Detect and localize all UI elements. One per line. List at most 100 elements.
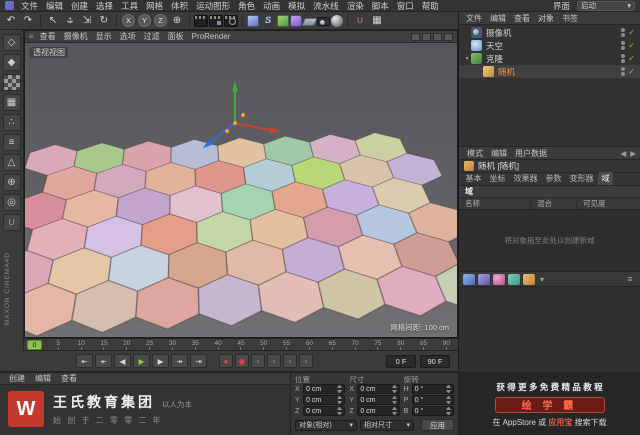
viewport-menu-item[interactable]: 过滤	[140, 31, 164, 43]
object-row[interactable]: 天空✓	[459, 39, 640, 52]
field-layer-icon[interactable]: ≡	[624, 274, 636, 285]
visibility-dot-top[interactable]	[621, 28, 625, 32]
add-deformer-button[interactable]	[290, 15, 302, 27]
menu-item[interactable]: 网格	[142, 0, 167, 12]
menu-item[interactable]: 文件	[17, 0, 42, 12]
app-icon[interactable]	[5, 1, 14, 10]
prev-key-button[interactable]: ↞	[95, 354, 112, 368]
coord-input[interactable]: 0 cm	[303, 395, 345, 405]
stepper-icon[interactable]	[446, 385, 451, 393]
interface-select[interactable]: 启动 ▾	[577, 1, 635, 11]
coord-input[interactable]: 0 cm	[303, 384, 345, 394]
x-axis-lock-button[interactable]: X	[122, 14, 135, 27]
menu-item[interactable]: 脚本	[368, 0, 393, 12]
viewport-menu-item[interactable]: ProRender	[188, 31, 235, 43]
visibility-dot-bottom[interactable]	[621, 59, 625, 63]
points-mode-icon[interactable]: ∴	[3, 114, 21, 131]
timeline-tick[interactable]: 50	[256, 339, 271, 350]
model-mode-icon[interactable]: ◆	[3, 54, 21, 71]
next-frame-button[interactable]: ▶	[152, 354, 169, 368]
timeline-tick[interactable]: 20	[119, 339, 134, 350]
stepper-icon[interactable]	[446, 407, 451, 415]
viewport-label[interactable]: 透视视图	[30, 47, 68, 58]
viewport[interactable]: ≡ 查看摄像机显示选项过滤面板ProRender 透视视图 网格间距: 100 …	[24, 30, 458, 338]
add-camera-button[interactable]	[317, 17, 330, 26]
attribute-tab[interactable]: 变形器	[566, 172, 597, 185]
record-parameter-toggle[interactable]: ◦	[299, 354, 313, 368]
menu-item[interactable]: 渲染	[343, 0, 368, 12]
record-keyframe-button[interactable]: ●	[219, 354, 233, 368]
fields-drop-area[interactable]: 将对象拖至此处以创建新域	[459, 210, 640, 272]
expand-icon[interactable]: ▾	[463, 55, 471, 62]
visibility-dot-top[interactable]	[621, 67, 625, 71]
cylinder-field-button[interactable]	[508, 274, 520, 285]
record-rotation-toggle[interactable]: ◦	[283, 354, 297, 368]
snap-toggle-icon[interactable]: ∪	[352, 13, 368, 28]
menu-item[interactable]: 流水线	[309, 0, 343, 12]
record-position-toggle[interactable]: ◦	[251, 354, 265, 368]
field-dropdown-icon[interactable]: ▾	[538, 274, 546, 285]
undo-icon[interactable]: ↶	[3, 13, 19, 28]
attribute-menu-item[interactable]: 用户数据	[511, 148, 551, 159]
viewport-solo-icon[interactable]: ◎	[3, 194, 21, 211]
visibility-dot-top[interactable]	[621, 54, 625, 58]
coord-input[interactable]: 0 cm	[303, 406, 345, 416]
end-frame-field[interactable]: 90 F	[420, 355, 450, 368]
render-settings-button[interactable]	[224, 15, 238, 27]
timeline-tick[interactable]: 35	[188, 339, 203, 350]
stepper-icon[interactable]	[392, 385, 397, 393]
menu-item[interactable]: 角色	[234, 0, 259, 12]
size-mode-select[interactable]: 相对尺寸 ▾	[360, 420, 414, 431]
move-tool-icon[interactable]	[62, 13, 78, 28]
timeline-tick[interactable]: 75	[370, 339, 385, 350]
attribute-menu-item[interactable]: 模式	[463, 148, 487, 159]
object-row[interactable]: 随机✓	[459, 65, 640, 78]
visibility-dot-bottom[interactable]	[621, 72, 625, 76]
next-key-button[interactable]: ↠	[171, 354, 188, 368]
enabled-check-icon[interactable]: ✓	[628, 28, 635, 37]
attribute-tab[interactable]: 域	[598, 172, 613, 185]
object-row[interactable]: 摄像机✓	[459, 26, 640, 39]
viewport-canvas[interactable]: 透视视图 网格间距: 100 cm	[25, 43, 457, 337]
material-manager-tab[interactable]: 编辑	[30, 373, 56, 384]
z-axis-lock-button[interactable]: Z	[154, 14, 167, 27]
box-field-button[interactable]	[478, 274, 490, 285]
apply-button[interactable]: 应用	[421, 419, 454, 431]
material-manager-tab[interactable]: 创建	[4, 373, 30, 384]
timeline-tick[interactable]: 25	[142, 339, 157, 350]
timeline-tick[interactable]: 5	[51, 339, 66, 350]
enable-axis-icon[interactable]: ⊕	[3, 174, 21, 191]
coord-input[interactable]: 0 °	[412, 406, 454, 416]
add-mograph-button[interactable]	[277, 15, 289, 27]
play-button[interactable]: ▶	[133, 354, 150, 368]
timeline-tick[interactable]: 70	[348, 339, 363, 350]
coordinate-system-icon[interactable]: ⊕	[169, 13, 185, 28]
stepper-icon[interactable]	[392, 396, 397, 404]
random-field-button[interactable]	[523, 274, 535, 285]
timeline-tick[interactable]: 10	[74, 339, 89, 350]
edges-mode-icon[interactable]: ≡	[3, 134, 21, 151]
workplane-toggle-icon[interactable]: ▦	[369, 13, 385, 28]
stepper-icon[interactable]	[337, 407, 342, 415]
linear-field-button[interactable]	[463, 274, 475, 285]
enabled-check-icon[interactable]: ✓	[628, 67, 635, 76]
enabled-check-icon[interactable]: ✓	[628, 54, 635, 63]
object-manager-tab[interactable]: 书签	[558, 13, 582, 24]
viewport-menu-icon[interactable]: ≡	[29, 32, 34, 41]
timeline-tick[interactable]: 60	[302, 339, 317, 350]
stepper-icon[interactable]	[337, 396, 342, 404]
rotate-tool-icon[interactable]: ↻	[96, 13, 112, 28]
viewport-layout-button[interactable]	[444, 33, 453, 41]
menu-item[interactable]: 体积	[167, 0, 192, 12]
timeline-tick[interactable]: 80	[393, 339, 408, 350]
coord-mode-select[interactable]: 对象(相对) ▾	[295, 420, 357, 431]
timeline-tick[interactable]: 40	[211, 339, 226, 350]
attribute-menu-item[interactable]: 编辑	[487, 148, 511, 159]
object-row[interactable]: ▾克隆✓	[459, 52, 640, 65]
timeline-playhead[interactable]: 0	[27, 340, 42, 350]
menu-item[interactable]: 帮助	[418, 0, 443, 12]
coord-input[interactable]: 0 cm	[357, 384, 399, 394]
stepper-icon[interactable]	[337, 385, 342, 393]
scale-tool-icon[interactable]: ⇲	[79, 13, 95, 28]
live-selection-icon[interactable]: ↖	[45, 13, 61, 28]
